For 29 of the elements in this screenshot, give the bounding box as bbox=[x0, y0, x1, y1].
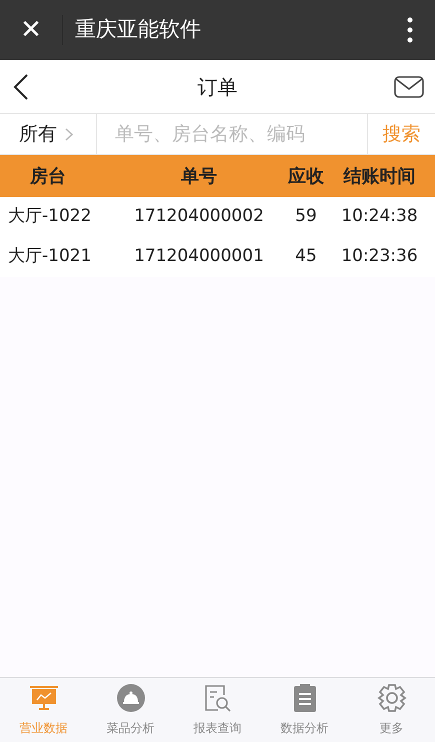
document-search-icon bbox=[202, 683, 232, 713]
close-button[interactable]: ✕ bbox=[0, 0, 62, 60]
tab[interactable]: 数据分析 bbox=[261, 678, 348, 742]
table-cell-text: 171204000001 bbox=[133, 245, 265, 268]
mail-icon[interactable] bbox=[394, 76, 424, 98]
column-header: 结账时间 bbox=[342, 164, 416, 188]
clipboard-list-icon bbox=[292, 683, 318, 713]
chevron-right-icon bbox=[65, 128, 73, 140]
settings-icon bbox=[376, 683, 406, 713]
table-cell-text: 59 bbox=[294, 205, 318, 228]
back-icon[interactable] bbox=[12, 72, 30, 100]
tab[interactable]: 菜品分析 bbox=[87, 678, 174, 742]
table-cell-text: 45 bbox=[294, 245, 318, 268]
page-title: 订单 bbox=[198, 74, 238, 100]
table-cell-text: 10:24:38 bbox=[340, 205, 419, 228]
tab[interactable]: 更多 bbox=[348, 678, 435, 742]
tab[interactable]: 报表查询 bbox=[174, 678, 261, 742]
table-cell-text: 大厅-1021 bbox=[7, 245, 92, 268]
table-cell-text: 171204000002 bbox=[133, 205, 265, 228]
column-header: 单号 bbox=[180, 164, 218, 188]
search-button[interactable]: 搜索 bbox=[367, 114, 435, 154]
column-header: 房台 bbox=[28, 164, 67, 188]
presentation-chart-icon bbox=[28, 685, 58, 711]
table-cell-text: 大厅-1022 bbox=[7, 205, 92, 228]
tab[interactable]: 营业数据 bbox=[0, 678, 87, 742]
table-cell-text: 10:23:36 bbox=[340, 245, 419, 268]
cloche-icon bbox=[116, 683, 146, 713]
column-header: 应收 bbox=[288, 164, 324, 188]
window-title: 重庆亚能软件 bbox=[75, 16, 201, 44]
